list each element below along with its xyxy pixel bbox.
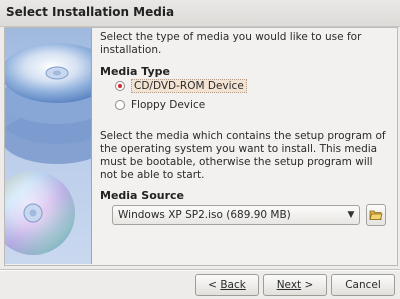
back-arrow-icon: < (208, 279, 221, 291)
next-button-label: Next (276, 279, 302, 291)
next-arrow-icon: > (301, 279, 314, 291)
media-type-heading: Media Type (100, 65, 171, 78)
back-button-label: Back (220, 279, 246, 291)
media-source-heading: Media Source (100, 189, 185, 202)
radio-cd-dvd[interactable]: CD/DVD-ROM Device (115, 78, 247, 94)
back-button[interactable]: < Back (195, 274, 259, 296)
radio-floppy[interactable]: Floppy Device (115, 97, 205, 113)
browse-media-button[interactable] (366, 204, 386, 226)
media-source-combobox[interactable]: Windows XP SP2.iso (689.90 MB) ▼ (112, 205, 360, 225)
radio-unselected-icon[interactable] (115, 100, 125, 110)
intro-text: Select the type of media you would like … (100, 31, 362, 56)
cancel-button-label: Cancel (345, 279, 381, 291)
window-title: Select Installation Media (6, 5, 175, 19)
folder-open-icon (369, 210, 383, 220)
radio-floppy-label[interactable]: Floppy Device (131, 99, 205, 111)
footer-separator (0, 269, 400, 271)
radio-selected-icon[interactable] (115, 81, 125, 91)
next-button[interactable]: Next > (263, 274, 327, 296)
media-source-value[interactable]: Windows XP SP2.iso (689.90 MB) (113, 209, 343, 221)
radio-cd-dvd-label[interactable]: CD/DVD-ROM Device (131, 79, 247, 93)
chevron-down-icon[interactable]: ▼ (343, 207, 359, 223)
window-titlebar: Select Installation Media (0, 0, 400, 27)
discs-icon (5, 43, 91, 255)
cd-discs-illustration (5, 28, 92, 264)
cancel-button[interactable]: Cancel (331, 274, 395, 296)
media-description: Select the media which contains the setu… (100, 130, 386, 181)
